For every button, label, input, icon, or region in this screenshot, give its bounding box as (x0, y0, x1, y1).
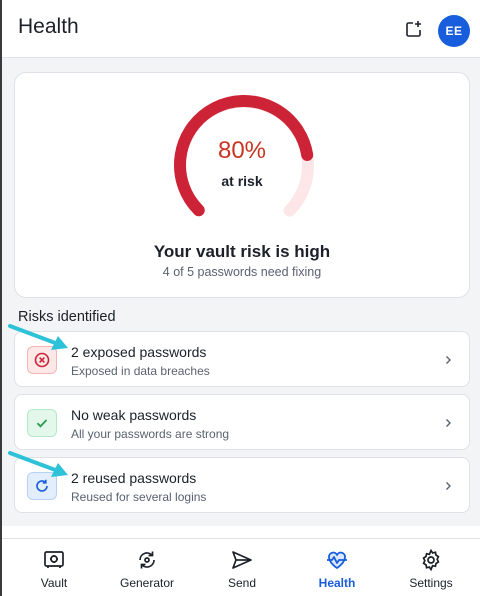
avatar[interactable]: EE (438, 15, 470, 47)
risk-item-subtitle: All your passwords are strong (71, 427, 230, 441)
tab-label: Generator (119, 576, 175, 590)
chevron-right-icon (446, 482, 451, 490)
check-icon (36, 419, 48, 428)
risk-item-weak[interactable]: No weak passwords All your passwords are… (14, 394, 470, 450)
chevron-right-icon (446, 356, 451, 364)
risk-item-title: 2 exposed passwords (71, 344, 207, 360)
tab-health[interactable]: Health (289, 539, 385, 596)
risk-subtitle: 4 of 5 passwords need fixing (162, 265, 322, 279)
risk-item-subtitle: Exposed in data breaches (71, 364, 210, 378)
vault-risk-card: 80% at risk Your vault risk is high 4 of… (14, 72, 470, 298)
risk-item-exposed[interactable]: 2 exposed passwords Exposed in data brea… (14, 331, 470, 387)
health-icon (327, 551, 347, 569)
vault-icon (44, 551, 64, 568)
x-circle-icon (34, 352, 50, 368)
window-edge (0, 0, 2, 596)
external-link-icon[interactable] (404, 19, 424, 39)
tab-label: Send (227, 576, 257, 590)
at-risk-label: at risk (221, 173, 263, 189)
generator-icon (139, 551, 155, 569)
risk-title: Your vault risk is high (153, 242, 331, 261)
tab-label: Settings (409, 576, 453, 590)
tab-vault[interactable]: Vault (6, 539, 102, 596)
risk-percentage: 80% (217, 137, 267, 164)
risk-item-subtitle: Reused for several logins (71, 490, 207, 504)
settings-gear-icon (422, 548, 440, 572)
risk-icon-box (27, 409, 57, 437)
tab-send[interactable]: Send (194, 539, 290, 596)
risk-icon-box (27, 472, 57, 500)
risk-icon-box (27, 346, 57, 374)
app-header: Health EE (2, 0, 480, 58)
bottom-nav: Vault Generator Send Health Settings (2, 538, 480, 596)
send-icon (232, 551, 252, 569)
risk-item-title: 2 reused passwords (71, 470, 197, 486)
tab-settings[interactable]: Settings (383, 539, 479, 596)
refresh-icon (36, 479, 48, 492)
chevron-right-icon (446, 419, 451, 427)
section-title: Risks identified (18, 309, 116, 325)
tab-generator[interactable]: Generator (99, 539, 195, 596)
page-title: Health (18, 15, 79, 38)
content-footer-space (2, 526, 480, 538)
risk-item-title: No weak passwords (71, 407, 197, 423)
tab-label: Vault (40, 576, 68, 590)
tab-label: Health (318, 576, 356, 590)
risk-item-reused[interactable]: 2 reused passwords Reused for several lo… (14, 457, 470, 513)
